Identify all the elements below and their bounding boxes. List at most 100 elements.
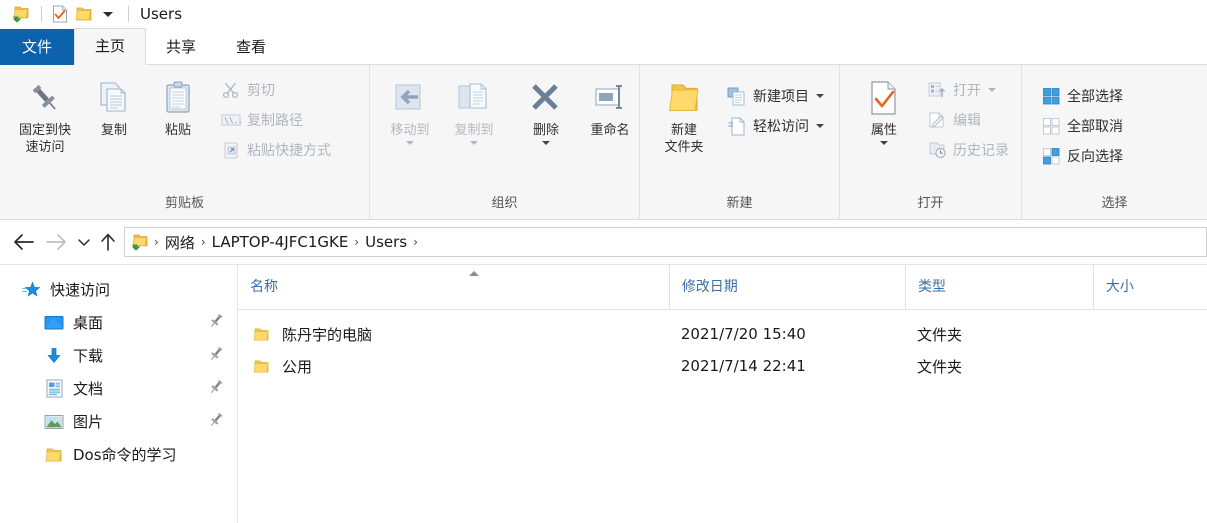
sidebar-item-dos-study[interactable]: Dos命令的学习 bbox=[0, 438, 237, 471]
table-row[interactable]: 陈丹宇的电脑 2021/7/20 15:40 文件夹 bbox=[238, 318, 1207, 350]
ribbon-group-clipboard: 固定到快 速访问 复制 粘贴 剪切 \\. 复制路径 粘贴快捷方式 剪贴板 bbox=[0, 65, 370, 219]
ribbon-group-new: 新建 文件夹 新建项目 轻松访问 新建 bbox=[640, 65, 840, 219]
move-to-label: 移动到 bbox=[390, 123, 430, 138]
breadcrumb-users[interactable]: Users bbox=[361, 233, 411, 251]
paste-icon bbox=[158, 75, 198, 121]
copy-to-label: 复制到 bbox=[454, 123, 494, 138]
file-modified-cell: 2021/7/14 22:41 bbox=[680, 357, 806, 375]
file-type-cell: 文件夹 bbox=[917, 357, 963, 376]
breadcrumb-separator[interactable]: › bbox=[411, 235, 420, 249]
edit-icon bbox=[926, 110, 948, 130]
table-row[interactable]: 公用 2021/7/14 22:41 文件夹 bbox=[238, 350, 1207, 382]
pin-label-line2: 速访问 bbox=[25, 140, 65, 155]
address-breadcrumb-box[interactable]: › 网络 › LAPTOP-4JFC1GKE › Users › bbox=[124, 227, 1207, 257]
desktop-icon bbox=[43, 313, 65, 333]
rename-icon bbox=[590, 75, 630, 121]
pin-label-line1: 固定到快 bbox=[18, 123, 71, 138]
sidebar-item-quick-access[interactable]: 快速访问 bbox=[0, 273, 237, 306]
back-arrow-icon bbox=[14, 234, 34, 250]
forward-arrow-icon bbox=[46, 234, 66, 250]
breadcrumb-network[interactable]: 网络 bbox=[161, 232, 199, 253]
copy-label: 复制 bbox=[100, 123, 127, 138]
properties-checkmark-icon bbox=[867, 75, 901, 121]
tab-share[interactable]: 共享 bbox=[146, 29, 216, 65]
pin-icon[interactable] bbox=[209, 313, 223, 333]
sidebar-item-pictures[interactable]: 图片 bbox=[0, 405, 237, 438]
chevron-down-icon bbox=[542, 141, 550, 145]
sidebar-item-documents[interactable]: 文档 bbox=[0, 372, 237, 405]
window-title: Users bbox=[140, 5, 183, 23]
invert-selection-label: 反向选择 bbox=[1067, 149, 1123, 165]
sort-ascending-icon bbox=[469, 271, 479, 276]
explorer-window: Users 文件 主页 共享 查看 固定到快 速访问 复制 粘贴 剪切 \\. … bbox=[0, 0, 1207, 523]
pin-icon[interactable] bbox=[209, 379, 223, 399]
copy-path-button[interactable]: \\... 复制路径 bbox=[216, 105, 335, 135]
folder-icon bbox=[250, 359, 272, 374]
edit-button[interactable]: 编辑 bbox=[922, 105, 1013, 135]
qat-separator-2 bbox=[128, 6, 129, 22]
new-item-button[interactable]: 新建项目 bbox=[722, 81, 828, 111]
copy-button[interactable]: 复制 bbox=[82, 73, 146, 165]
file-name-label: 陈丹宇的电脑 bbox=[282, 325, 373, 344]
address-bar: › 网络 › LAPTOP-4JFC1GKE › Users › bbox=[0, 220, 1207, 265]
breadcrumb-separator[interactable]: › bbox=[152, 235, 161, 249]
navigation-pane: 快速访问 桌面 下载 文档 图片 Dos命令的学习 bbox=[0, 265, 238, 523]
breadcrumb-laptop[interactable]: LAPTOP-4JFC1GKE bbox=[208, 233, 353, 251]
network-folder-icon bbox=[131, 233, 150, 251]
forward-button[interactable] bbox=[40, 227, 72, 257]
open-button[interactable]: 打开 bbox=[922, 75, 1013, 105]
paste-shortcut-button[interactable]: 粘贴快捷方式 bbox=[216, 135, 335, 165]
paste-shortcut-icon bbox=[220, 140, 242, 160]
column-header-type[interactable]: 类型 bbox=[904, 265, 1093, 309]
paste-button[interactable]: 粘贴 bbox=[146, 73, 210, 165]
pin-icon[interactable] bbox=[209, 346, 223, 366]
properties-button[interactable]: 属性 bbox=[852, 73, 916, 165]
copy-to-button[interactable]: 复制到 bbox=[442, 73, 506, 145]
pictures-icon bbox=[43, 412, 65, 432]
delete-button[interactable]: 删除 bbox=[514, 73, 578, 145]
column-header-name[interactable]: 名称 bbox=[238, 265, 669, 309]
sidebar-item-label: 快速访问 bbox=[50, 281, 111, 299]
recent-locations-button[interactable] bbox=[72, 227, 96, 257]
history-button[interactable]: 历史记录 bbox=[922, 135, 1013, 165]
sidebar-item-downloads[interactable]: 下载 bbox=[0, 339, 237, 372]
move-to-button[interactable]: 移动到 bbox=[378, 73, 442, 145]
invert-selection-button[interactable]: 反向选择 bbox=[1036, 141, 1127, 171]
breadcrumb-separator[interactable]: › bbox=[199, 235, 208, 249]
qat-customize-button[interactable] bbox=[97, 4, 119, 24]
back-button[interactable] bbox=[8, 227, 40, 257]
breadcrumb-separator[interactable]: › bbox=[352, 235, 361, 249]
file-list-pane: 名称 修改日期 类型 大小 陈丹宇的电脑 2021/7/20 15:40 文件夹… bbox=[238, 265, 1207, 523]
up-button[interactable] bbox=[96, 227, 120, 257]
column-header-date-modified[interactable]: 修改日期 bbox=[668, 265, 905, 309]
new-folder-button[interactable]: 新建 文件夹 bbox=[652, 73, 716, 156]
easy-access-icon bbox=[726, 116, 748, 136]
new-folder-icon[interactable] bbox=[73, 4, 95, 24]
pin-icon bbox=[26, 75, 64, 121]
edit-label: 编辑 bbox=[953, 113, 981, 129]
sidebar-item-label: 下载 bbox=[73, 347, 104, 365]
sidebar-item-desktop[interactable]: 桌面 bbox=[0, 306, 237, 339]
up-arrow-icon bbox=[101, 233, 115, 251]
ribbon-group-label-open: 打开 bbox=[917, 196, 944, 211]
select-all-button[interactable]: 全部选择 bbox=[1036, 81, 1127, 111]
paste-label: 粘贴 bbox=[164, 123, 191, 138]
copy-path-label: 复制路径 bbox=[247, 113, 303, 129]
tab-view[interactable]: 查看 bbox=[216, 29, 286, 65]
column-header-size[interactable]: 大小 bbox=[1092, 265, 1207, 309]
folder-icon bbox=[43, 445, 65, 465]
select-none-button[interactable]: 全部取消 bbox=[1036, 111, 1127, 141]
properties-checkmark-icon[interactable] bbox=[49, 4, 71, 24]
rename-button[interactable]: 重命名 bbox=[578, 73, 642, 145]
paste-shortcut-label: 粘贴快捷方式 bbox=[247, 143, 331, 159]
easy-access-button[interactable]: 轻松访问 bbox=[722, 111, 828, 141]
file-name-label: 公用 bbox=[282, 357, 313, 376]
column-headers: 名称 修改日期 类型 大小 bbox=[238, 265, 1207, 310]
ribbon-group-organize: 移动到 复制到 删除 重命名 组织 bbox=[370, 65, 640, 219]
pin-icon[interactable] bbox=[209, 412, 223, 432]
tab-file[interactable]: 文件 bbox=[0, 29, 75, 65]
tab-home[interactable]: 主页 bbox=[74, 28, 147, 65]
pin-to-quick-access-button[interactable]: 固定到快 速访问 bbox=[8, 73, 82, 165]
cut-button[interactable]: 剪切 bbox=[216, 75, 335, 105]
delete-x-icon bbox=[526, 75, 566, 121]
